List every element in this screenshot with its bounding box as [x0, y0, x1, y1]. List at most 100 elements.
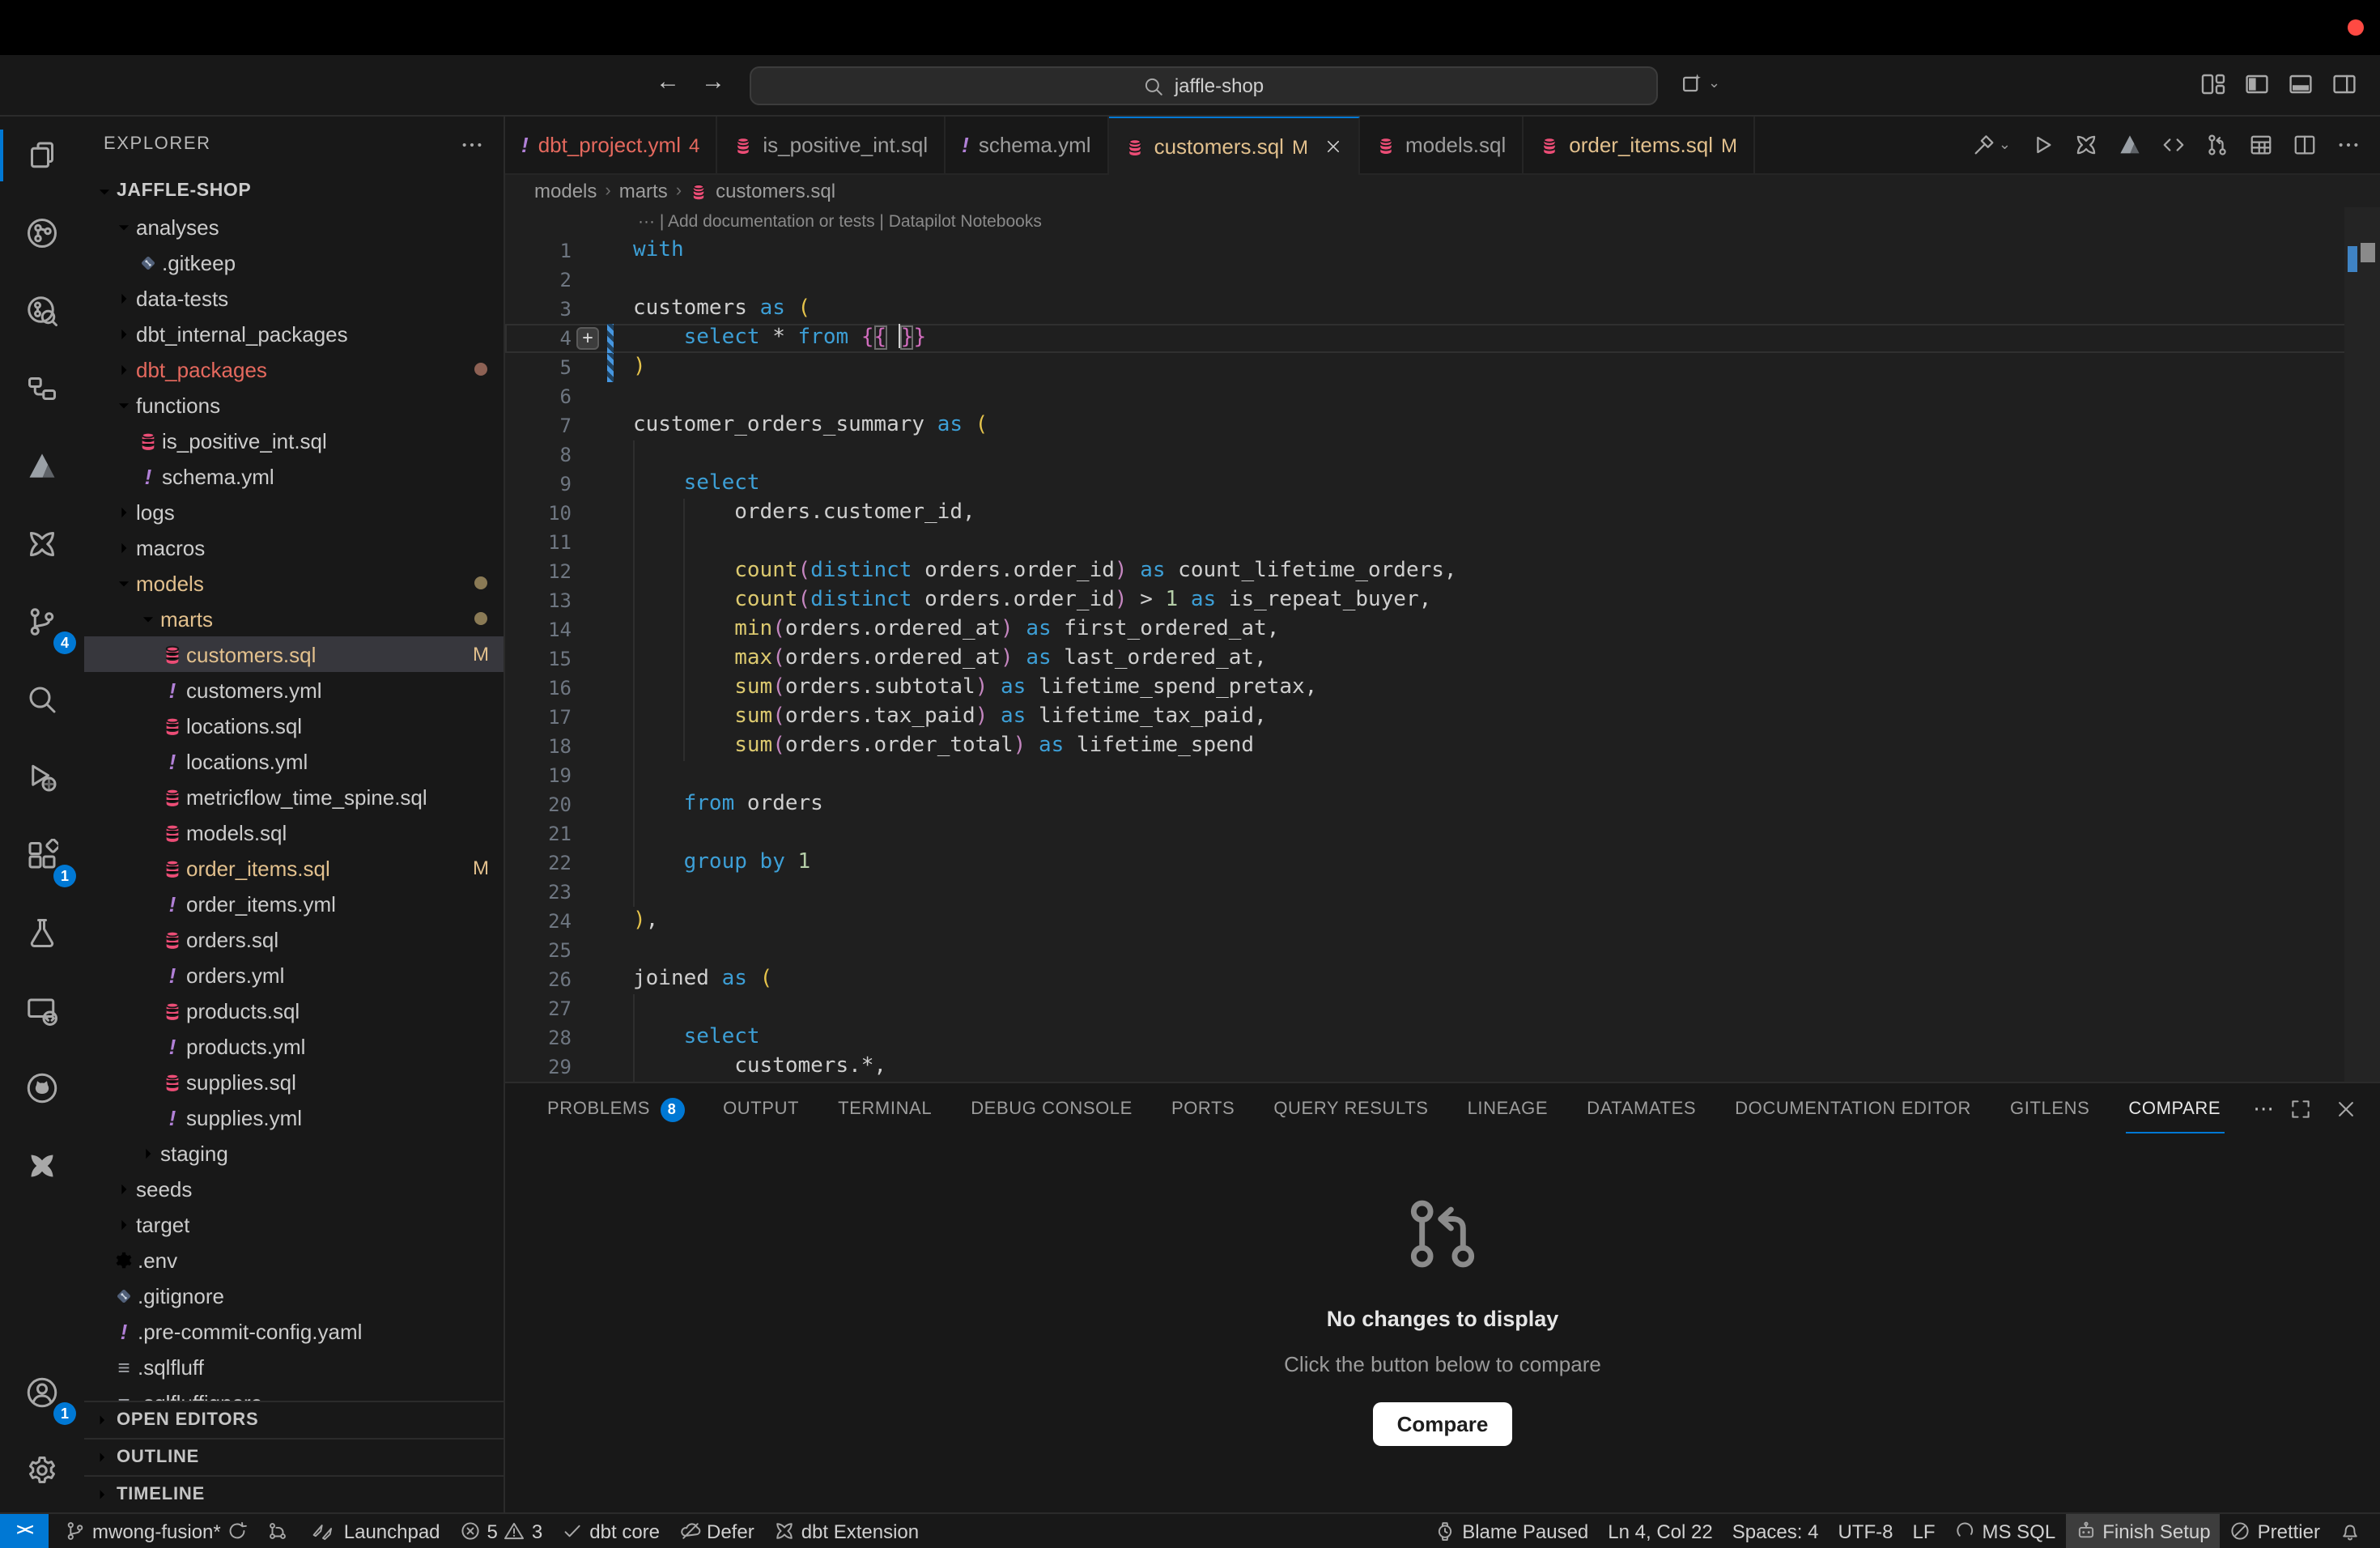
breadcrumb-file[interactable]: customers.sql	[716, 180, 835, 202]
tree-item-customers.yml[interactable]: !customers.yml	[84, 672, 504, 708]
tree-item-functions[interactable]: functions	[84, 387, 504, 423]
tree-item-customers.sql[interactable]: customers.sqlM	[84, 636, 504, 672]
code-line-13[interactable]: 13 count(distinct orders.order_id) > 1 a…	[505, 586, 2380, 615]
panel-tab-compare[interactable]: COMPARE	[2109, 1083, 2240, 1135]
activity-item-remote-explorer[interactable]	[0, 972, 84, 1049]
tree-item-order_items.sql[interactable]: order_items.sqlM	[84, 850, 504, 886]
tree-item-metricflow_time_spine.sql[interactable]: metricflow_time_spine.sql	[84, 779, 504, 814]
split-editor-button[interactable]	[2293, 133, 2317, 157]
code-line-5[interactable]: 5)	[505, 353, 2380, 382]
sidebar-section-open-editors[interactable]: OPEN EDITORS	[84, 1401, 504, 1438]
status-item-launchpad-status[interactable]: Launchpad	[299, 1514, 450, 1548]
code-line-12[interactable]: 12 count(distinct orders.order_id) as co…	[505, 557, 2380, 586]
code-line-15[interactable]: 15 max(orders.ordered_at) as last_ordere…	[505, 644, 2380, 674]
tree-item-dbt_internal_packages[interactable]: dbt_internal_packages	[84, 316, 504, 351]
code-line-1[interactable]: 1with	[505, 236, 2380, 266]
status-item-cursor-position[interactable]: Ln 4, Col 22	[1598, 1514, 1722, 1548]
code-line-7[interactable]: 7customer_orders_summary as (	[505, 411, 2380, 440]
activity-item-testing[interactable]	[0, 894, 84, 972]
tree-item-models[interactable]: models	[84, 565, 504, 601]
status-item-problems-status[interactable]: 53	[450, 1514, 553, 1548]
code-line-18[interactable]: 18 sum(orders.order_total) as lifetime_s…	[505, 732, 2380, 761]
code-line-24[interactable]: 24),	[505, 907, 2380, 936]
status-item-prettier-status[interactable]: Prettier	[2221, 1514, 2330, 1548]
tree-item-.gitkeep[interactable]: .gitkeep	[84, 245, 504, 280]
code-line-10[interactable]: 10 orders.customer_id,	[505, 499, 2380, 528]
close-icon[interactable]	[1324, 138, 1342, 155]
tree-item-jaffle-shop[interactable]: JAFFLE-SHOP	[84, 173, 504, 209]
code-line-21[interactable]: 21	[505, 819, 2380, 848]
tree-item-marts[interactable]: marts	[84, 601, 504, 636]
panel-tab-terminal[interactable]: TERMINAL	[818, 1083, 951, 1135]
code-line-16[interactable]: 16 sum(orders.subtotal) as lifetime_spen…	[505, 674, 2380, 703]
compile-sql-button[interactable]	[2161, 133, 2186, 157]
breadcrumb[interactable]: models›marts›customers.sql	[505, 175, 2380, 207]
tree-item-locations.yml[interactable]: !locations.yml	[84, 743, 504, 779]
add-test-gutter-button[interactable]: +	[576, 327, 599, 350]
maximize-panel-icon[interactable]	[2289, 1098, 2312, 1121]
activity-item-settings[interactable]	[0, 1431, 84, 1509]
tree-item-supplies.sql[interactable]: supplies.sql	[84, 1064, 504, 1099]
tree-item-macros[interactable]: macros	[84, 529, 504, 565]
status-item-dbt-core-status[interactable]: dbt core	[552, 1514, 669, 1548]
history-forward-button[interactable]: →	[701, 68, 725, 96]
editor-tab-schema.yml[interactable]: !schema.yml	[946, 117, 1108, 173]
run-button[interactable]	[2030, 133, 2055, 157]
more-actions-button[interactable]	[2336, 133, 2361, 157]
status-item-finish-setup[interactable]: Finish Setup	[2065, 1514, 2220, 1548]
code-line-4[interactable]: 4+ select * from {{ }}	[505, 324, 2380, 353]
activity-item-explorer[interactable]	[0, 117, 84, 194]
toggle-panel-bottom-icon[interactable]	[2288, 71, 2314, 97]
code-line-28[interactable]: 28 select	[505, 1023, 2380, 1053]
toggle-panel-right-icon[interactable]	[2331, 71, 2357, 97]
tree-item-is_positive_int.sql[interactable]: is_positive_int.sql	[84, 423, 504, 458]
editor-tab-order_items.sql[interactable]: order_items.sqlM	[1524, 117, 1755, 173]
activity-item-dbt-power-user-alt[interactable]	[0, 1127, 84, 1205]
panel-tab-output[interactable]: OUTPUT	[703, 1083, 818, 1135]
tree-item-supplies.yml[interactable]: !supplies.yml	[84, 1099, 504, 1135]
git-compare-button[interactable]	[2205, 133, 2229, 157]
activity-item-source-control[interactable]: 4	[0, 583, 84, 661]
activity-item-dbt[interactable]	[0, 427, 84, 505]
codelens-actions[interactable]: ··· | Add documentation or tests | Datap…	[505, 207, 2380, 236]
code-line-8[interactable]: 8	[505, 440, 2380, 470]
code-line-22[interactable]: 22 group by 1	[505, 848, 2380, 878]
tree-item-.pre-commit-config.yaml[interactable]: !.pre-commit-config.yaml	[84, 1313, 504, 1349]
status-item-language-mode[interactable]: MS SQL	[1945, 1514, 2066, 1548]
panel-tab-datamates[interactable]: DATAMATES	[1567, 1083, 1715, 1135]
status-item-encoding[interactable]: UTF-8	[1828, 1514, 1902, 1548]
tree-item-orders.sql[interactable]: orders.sql	[84, 921, 504, 957]
status-item-eol[interactable]: LF	[1902, 1514, 1944, 1548]
tree-item-models.sql[interactable]: models.sql	[84, 814, 504, 850]
code-line-6[interactable]: 6	[505, 382, 2380, 411]
toggle-layout-icon[interactable]	[2200, 71, 2226, 97]
explorer-more-actions-icon[interactable]	[460, 132, 484, 156]
activity-item-dbt-power-user[interactable]	[0, 505, 84, 583]
tree-item-target[interactable]: target	[84, 1206, 504, 1242]
tree-item-orders.yml[interactable]: !orders.yml	[84, 957, 504, 993]
share-layout-button[interactable]: ⌄	[1681, 71, 1720, 96]
editor-tab-customers.sql[interactable]: customers.sqlM	[1109, 117, 1360, 175]
breadcrumb-item[interactable]: models	[534, 180, 597, 202]
activity-item-search[interactable]	[0, 661, 84, 738]
editor-tab-models.sql[interactable]: models.sql	[1360, 117, 1524, 173]
toggle-panel-left-icon[interactable]	[2244, 71, 2270, 97]
close-panel-icon[interactable]	[2335, 1098, 2357, 1121]
query-results-button[interactable]	[2249, 133, 2273, 157]
code-line-20[interactable]: 20 from orders	[505, 790, 2380, 819]
code-line-27[interactable]: 27	[505, 994, 2380, 1023]
code-line-11[interactable]: 11	[505, 528, 2380, 557]
remote-indicator[interactable]: ><	[0, 1514, 49, 1548]
overview-ruler[interactable]	[2344, 207, 2380, 1082]
editor-tab-is_positive_int.sql[interactable]: is_positive_int.sql	[717, 117, 946, 173]
tree-item-schema.yml[interactable]: !schema.yml	[84, 458, 504, 494]
code-editor[interactable]: ··· | Add documentation or tests | Datap…	[505, 207, 2380, 1082]
activity-item-github[interactable]	[0, 1049, 84, 1127]
panel-tab-documentation-editor[interactable]: DOCUMENTATION EDITOR	[1715, 1083, 1991, 1135]
panel-tab-gitlens[interactable]: GITLENS	[1991, 1083, 2109, 1135]
tree-item-.env[interactable]: .env	[84, 1242, 504, 1278]
tree-item-.gitignore[interactable]: .gitignore	[84, 1278, 504, 1313]
code-line-9[interactable]: 9 select	[505, 470, 2380, 499]
panel-tabs-overflow[interactable]: ⋯	[2240, 1096, 2287, 1122]
status-item-git-graph-status[interactable]	[258, 1514, 299, 1548]
